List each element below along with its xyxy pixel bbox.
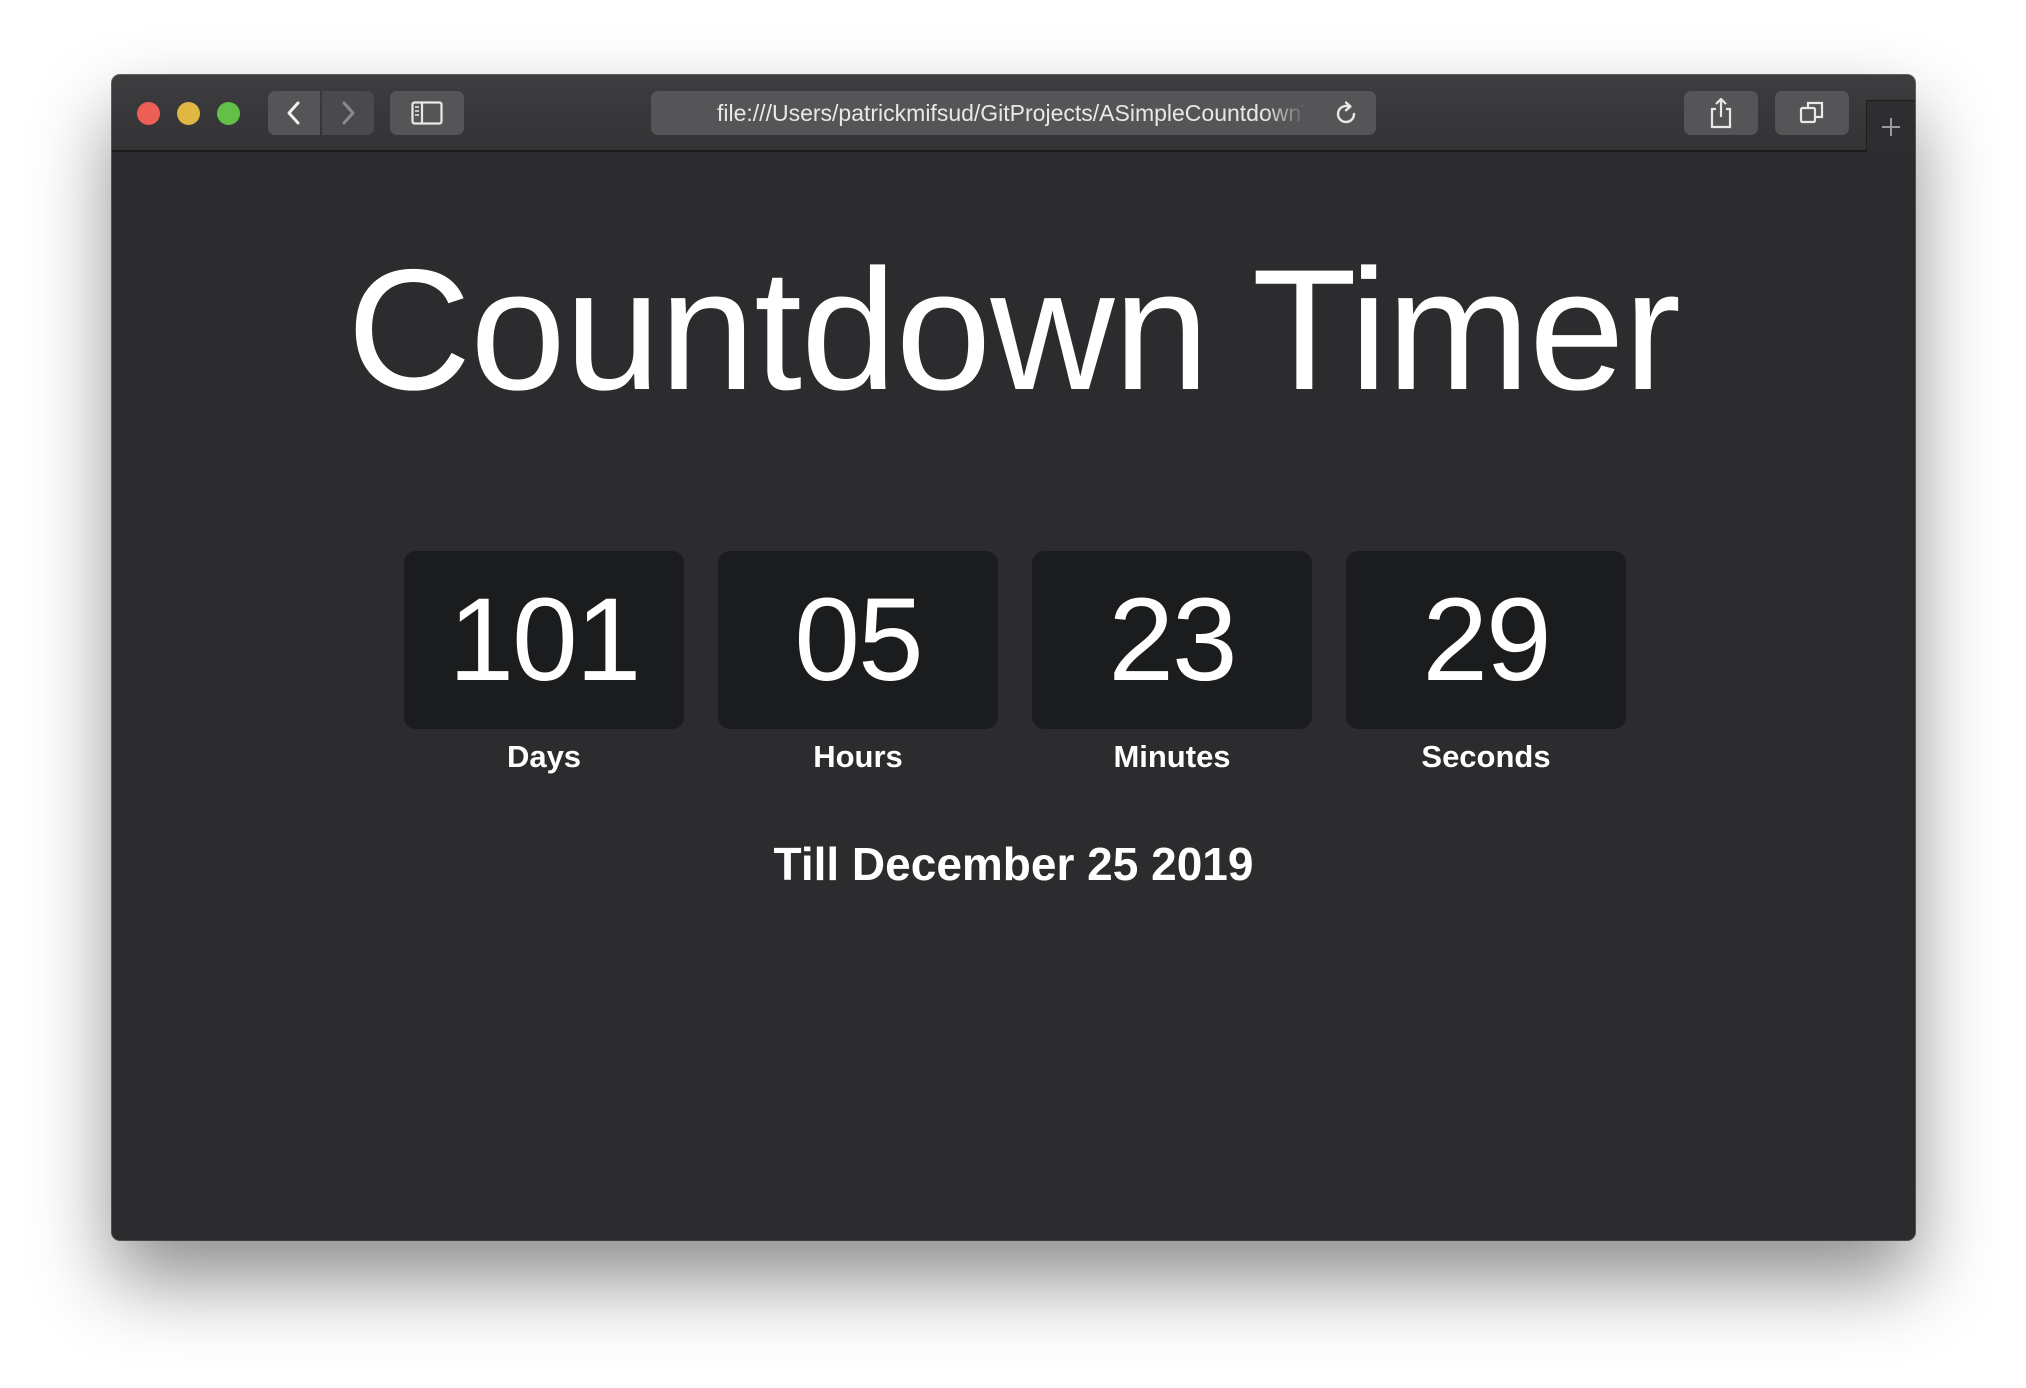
share-icon: [1710, 97, 1732, 129]
hours-value: 05: [718, 551, 998, 729]
chevron-left-icon: [287, 101, 300, 125]
forward-button[interactable]: [322, 91, 374, 135]
tab-overview-button[interactable]: [1775, 91, 1849, 135]
minutes-value: 23: [1032, 551, 1312, 729]
countdown-hours: 05 Hours: [718, 551, 998, 777]
countdown-tiles: 101 Days 05 Hours 23 Minutes 29 Seconds: [404, 551, 1644, 791]
sidebar-icon: [411, 101, 443, 125]
tab-overview-icon: [1799, 101, 1824, 124]
target-date-text: Till December 25 2019: [773, 838, 1254, 890]
plus-icon: [1882, 117, 1900, 136]
share-button[interactable]: [1684, 91, 1758, 135]
days-label: Days: [506, 739, 582, 774]
chevron-right-icon: [342, 101, 355, 125]
address-text[interactable]: file:///Users/patrickmifsud/GitProjects/…: [717, 91, 1307, 135]
reload-icon[interactable]: [1331, 99, 1361, 129]
countdown-days: 101 Days: [404, 551, 684, 777]
address-bar[interactable]: file:///Users/patrickmifsud/GitProjects/…: [651, 91, 1376, 135]
zoom-window-button[interactable]: [217, 102, 240, 125]
seconds-label: Seconds: [1421, 739, 1551, 774]
sidebar-toggle-button[interactable]: [390, 91, 464, 135]
seconds-value: 29: [1346, 551, 1626, 729]
minimize-window-button[interactable]: [177, 102, 200, 125]
minutes-label: Minutes: [1113, 739, 1231, 774]
page-title: Countdown Timer: [347, 234, 1681, 426]
close-window-button[interactable]: [137, 102, 160, 125]
new-tab-button[interactable]: [1866, 100, 1915, 152]
hours-label: Hours: [813, 739, 903, 774]
days-value: 101: [404, 551, 684, 729]
browser-window: file:///Users/patrickmifsud/GitProjects/…: [112, 75, 1915, 1240]
countdown-seconds: 29 Seconds: [1346, 551, 1626, 777]
back-button[interactable]: [268, 91, 320, 135]
browser-toolbar: file:///Users/patrickmifsud/GitProjects/…: [112, 75, 1915, 152]
countdown-minutes: 23 Minutes: [1032, 551, 1312, 777]
page-content: Countdown Timer 101 Days 05 Hours 23 Min…: [112, 152, 1915, 1240]
